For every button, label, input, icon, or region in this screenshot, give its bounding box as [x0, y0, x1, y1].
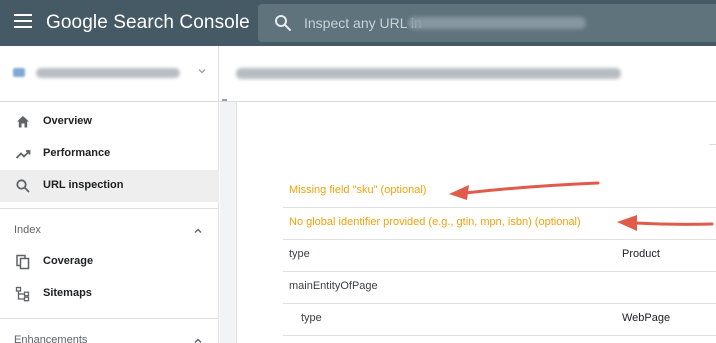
chevron-up-icon: [194, 228, 202, 233]
sidebar-item-sitemaps[interactable]: Sitemaps: [0, 278, 219, 310]
blurred-property-url: [408, 17, 586, 29]
sidebar-item-coverage[interactable]: Coverage: [0, 246, 219, 278]
blurred-property-name: [36, 68, 180, 78]
panel-gutter: [220, 102, 237, 343]
app-title: Google Search Console: [46, 12, 250, 33]
sidebar-divider: [0, 318, 219, 319]
property-key: type: [289, 248, 310, 260]
chevron-down-icon: [198, 69, 206, 74]
property-bar: [0, 46, 716, 102]
warning-row-missing-sku[interactable]: Missing field "sku" (optional): [283, 176, 716, 208]
sidebar-divider: [0, 208, 219, 209]
sidebar-item-performance[interactable]: Performance: [0, 138, 219, 170]
property-key: type: [301, 312, 322, 324]
search-icon: [275, 15, 291, 31]
property-row-nested-type: type WebPage: [283, 304, 716, 336]
search-placeholder: Inspect any URL in: [304, 15, 422, 31]
trending-up-icon: [15, 150, 31, 159]
sidebar-nav: Overview Performance URL inspection Inde…: [0, 102, 219, 343]
warning-text: No global identifier provided (e.g., gti…: [289, 216, 581, 228]
sidebar-item-url-inspection[interactable]: URL inspection: [0, 170, 219, 202]
sidebar-item-label: URL inspection: [43, 179, 124, 191]
divider: [709, 144, 716, 145]
sidebar-item-label: Overview: [43, 115, 92, 127]
top-app-bar: Google Search Console Inspect any URL in: [0, 0, 716, 46]
property-key: mainEntityOfPage: [289, 280, 378, 292]
chevron-up-icon: [194, 338, 202, 343]
sidebar-item-overview[interactable]: Overview: [0, 106, 219, 138]
property-selector[interactable]: [0, 46, 219, 102]
copy-pages-icon: [16, 254, 30, 270]
warning-row-global-identifier[interactable]: No global identifier provided (e.g., gti…: [283, 208, 716, 240]
search-icon: [16, 179, 30, 193]
blurred-inspected-url: [236, 68, 621, 79]
section-label: Enhancements: [14, 334, 88, 343]
url-inspect-search-input[interactable]: Inspect any URL in: [258, 4, 716, 42]
property-value: WebPage: [622, 312, 671, 324]
property-row-main-entity[interactable]: mainEntityOfPage: [283, 272, 716, 304]
property-favicon-icon: [13, 68, 25, 77]
structured-data-details-panel: Missing field "sku" (optional) No global…: [220, 102, 716, 343]
panel-resize-mark: [222, 99, 227, 101]
property-value: Product: [622, 248, 660, 260]
sidebar-item-label: Performance: [43, 147, 111, 159]
section-label: Index: [14, 224, 41, 236]
sidebar-item-label: Coverage: [43, 255, 94, 267]
sidebar-section-index[interactable]: Index: [0, 218, 219, 244]
property-row-type: type Product: [283, 240, 716, 272]
sidebar-section-enhancements[interactable]: Enhancements: [0, 328, 219, 343]
home-icon: [17, 116, 29, 128]
hamburger-menu-icon[interactable]: [14, 14, 32, 30]
warning-text: Missing field "sku" (optional): [289, 184, 427, 196]
sitemap-icon: [15, 286, 30, 302]
sidebar-item-label: Sitemaps: [43, 287, 92, 299]
